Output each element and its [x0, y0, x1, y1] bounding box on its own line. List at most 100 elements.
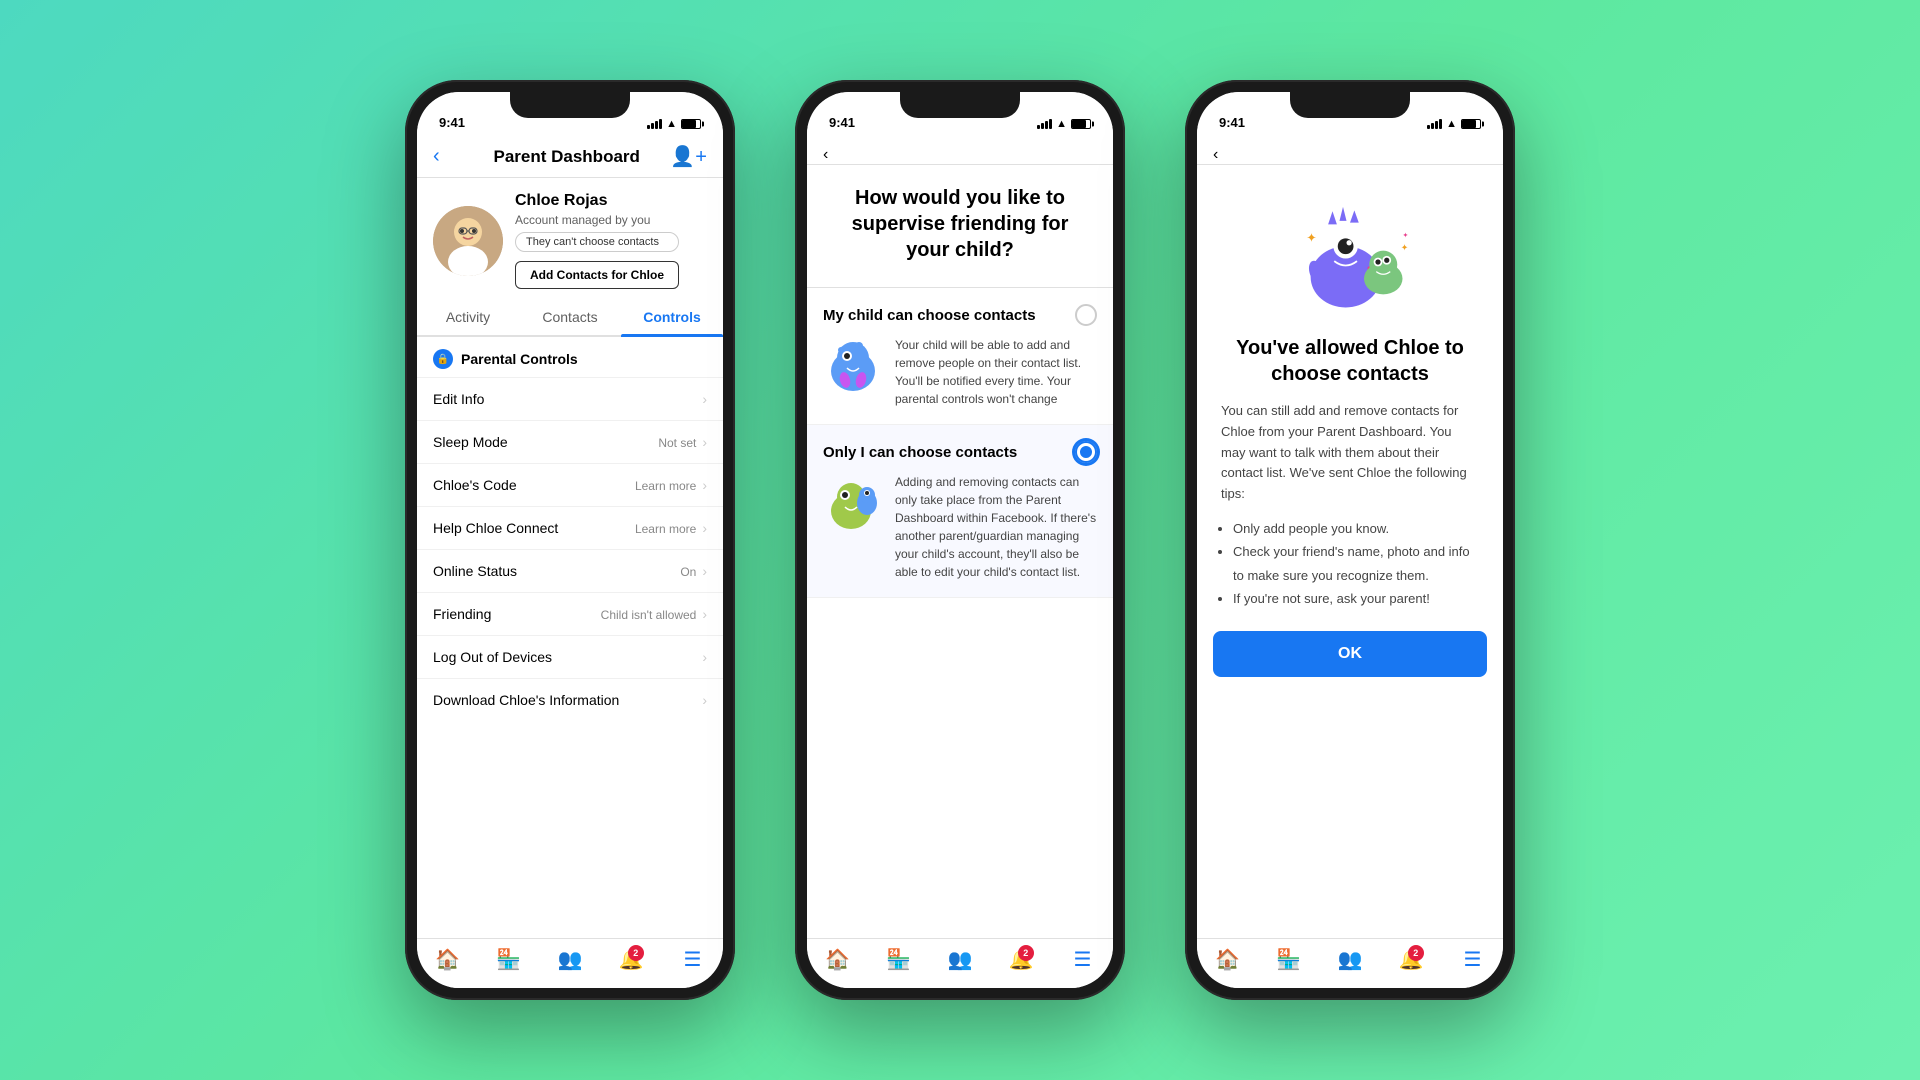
option1-title: My child can choose contacts — [823, 307, 1036, 324]
nav-menu-2[interactable]: ☰ — [1052, 947, 1113, 972]
nav-home-3[interactable]: 🏠 — [1197, 947, 1258, 972]
help-connect-label: Help Chloe Connect — [433, 520, 558, 536]
download-chevron: › — [702, 692, 707, 708]
tab-contacts[interactable]: Contacts — [519, 299, 621, 335]
menu-item-friending[interactable]: Friending Child isn't allowed › — [417, 592, 723, 635]
confirm-illustration: ✦ ✦ ✦ — [1197, 165, 1503, 325]
phone-1: 9:41 ▲ ‹ Parent Dashboard 👤+ — [405, 80, 735, 1000]
phone3-content: ✦ ✦ ✦ You've allowed Chloe to choose con… — [1197, 165, 1503, 938]
question-title: How would you like to supervise friendin… — [807, 165, 1113, 287]
notch-1 — [510, 92, 630, 118]
nav-home-1[interactable]: 🏠 — [417, 947, 478, 972]
friending-label: Friending — [433, 606, 491, 622]
chloe-code-value: Learn more — [635, 479, 696, 493]
menu-item-sleep-mode[interactable]: Sleep Mode Not set › — [417, 420, 723, 463]
menu-item-edit-info[interactable]: Edit Info › — [417, 377, 723, 420]
option2-title: Only I can choose contacts — [823, 444, 1017, 461]
chloe-code-label: Chloe's Code — [433, 477, 517, 493]
option1-text: Your child will be able to add and remov… — [895, 336, 1097, 408]
nav-menu-1[interactable]: ☰ — [662, 947, 723, 972]
confirm-title: You've allowed Chloe to choose contacts — [1197, 325, 1503, 401]
online-status-value: On — [680, 565, 696, 579]
notification-badge-3: 2 — [1408, 945, 1424, 961]
back-button-2[interactable]: ‹ — [823, 146, 828, 163]
add-contacts-button[interactable]: Add Contacts for Chloe — [515, 261, 679, 289]
sleep-mode-chevron: › — [702, 434, 707, 450]
nav-bell-3[interactable]: 🔔 2 — [1381, 947, 1442, 972]
menu-item-log-out[interactable]: Log Out of Devices › — [417, 635, 723, 678]
monsters-svg: ✦ ✦ ✦ — [1280, 195, 1420, 315]
download-label: Download Chloe's Information — [433, 692, 619, 708]
parental-icon: 🔒 — [433, 349, 453, 369]
phone-3: 9:41 ▲ ‹ — [1185, 80, 1515, 1000]
sleep-mode-value: Not set — [658, 436, 696, 450]
nav-groups-3[interactable]: 👥 — [1319, 947, 1380, 972]
profile-sub: Account managed by you — [515, 213, 679, 227]
menu-header: 🔒 Parental Controls — [417, 337, 723, 377]
friending-chevron: › — [702, 606, 707, 622]
back-button-3[interactable]: ‹ — [1213, 146, 1218, 163]
nav-bar-1: ‹ Parent Dashboard 👤+ — [417, 136, 723, 178]
menu-item-download[interactable]: Download Chloe's Information › — [417, 678, 723, 721]
time-3: 9:41 — [1219, 115, 1245, 130]
bottom-nav-1: 🏠 🏪 👥 🔔 2 ☰ — [417, 938, 723, 988]
wifi-icon-2: ▲ — [1056, 118, 1067, 130]
contact-tag: They can't choose contacts — [515, 232, 679, 252]
bullet-1: Only add people you know. — [1233, 517, 1479, 540]
nav-title-1: Parent Dashboard — [493, 147, 639, 167]
nav-menu-3[interactable]: ☰ — [1442, 947, 1503, 972]
menu-item-chloe-code[interactable]: Chloe's Code Learn more › — [417, 463, 723, 506]
notification-badge-1: 2 — [628, 945, 644, 961]
menu-item-online-status[interactable]: Online Status On › — [417, 549, 723, 592]
svg-text:✦: ✦ — [1306, 231, 1316, 245]
option2-image — [823, 473, 883, 533]
nav-home-2[interactable]: 🏠 — [807, 947, 868, 972]
tab-activity[interactable]: Activity — [417, 299, 519, 335]
menu-header-label: Parental Controls — [461, 351, 578, 367]
add-user-icon[interactable]: 👤+ — [670, 144, 707, 169]
menu-section: 🔒 Parental Controls Edit Info › Sleep Mo… — [417, 337, 723, 938]
profile-info: Chloe Rojas Account managed by you They … — [515, 192, 679, 289]
nav-bell-2[interactable]: 🔔 2 — [991, 947, 1052, 972]
edit-info-label: Edit Info — [433, 391, 484, 407]
option1-image — [823, 336, 883, 396]
friending-value: Child isn't allowed — [601, 608, 697, 622]
log-out-label: Log Out of Devices — [433, 649, 552, 665]
signal-3 — [1427, 119, 1442, 129]
radio-2[interactable] — [1075, 441, 1097, 463]
nav-store-3[interactable]: 🏪 — [1258, 947, 1319, 972]
nav-groups-1[interactable]: 👥 — [539, 947, 600, 972]
nav-groups-2[interactable]: 👥 — [929, 947, 990, 972]
battery-3 — [1461, 119, 1481, 129]
ok-button[interactable]: OK — [1213, 631, 1487, 677]
notch-2 — [900, 92, 1020, 118]
option-parent-choose[interactable]: Only I can choose contacts — [807, 425, 1113, 598]
bottom-nav-2: 🏠 🏪 👥 🔔 2 ☰ — [807, 938, 1113, 988]
wifi-icon-3: ▲ — [1446, 118, 1457, 130]
bullet-2: Check your friend's name, photo and info… — [1233, 540, 1479, 587]
profile-section: Chloe Rojas Account managed by you They … — [417, 178, 723, 299]
nav-bell-1[interactable]: 🔔 2 — [601, 947, 662, 972]
notch-3 — [1290, 92, 1410, 118]
chloe-code-chevron: › — [702, 477, 707, 493]
avatar — [433, 206, 503, 276]
log-out-chevron: › — [702, 649, 707, 665]
nav-store-2[interactable]: 🏪 — [868, 947, 929, 972]
help-connect-chevron: › — [702, 520, 707, 536]
back-button-1[interactable]: ‹ — [433, 145, 463, 168]
sleep-mode-label: Sleep Mode — [433, 434, 508, 450]
online-status-label: Online Status — [433, 563, 517, 579]
help-connect-value: Learn more — [635, 522, 696, 536]
bullet-3: If you're not sure, ask your parent! — [1233, 587, 1479, 610]
time-1: 9:41 — [439, 115, 465, 130]
option2-text: Adding and removing contacts can only ta… — [895, 473, 1097, 581]
option-child-choose[interactable]: My child can choose contacts — [807, 288, 1113, 425]
nav-store-1[interactable]: 🏪 — [478, 947, 539, 972]
online-status-chevron: › — [702, 563, 707, 579]
radio-1[interactable] — [1075, 304, 1097, 326]
menu-item-help-connect[interactable]: Help Chloe Connect Learn more › — [417, 506, 723, 549]
phone2-content: How would you like to supervise friendin… — [807, 165, 1113, 938]
edit-info-chevron: › — [702, 391, 707, 407]
tab-controls[interactable]: Controls — [621, 299, 723, 335]
battery-2 — [1071, 119, 1091, 129]
